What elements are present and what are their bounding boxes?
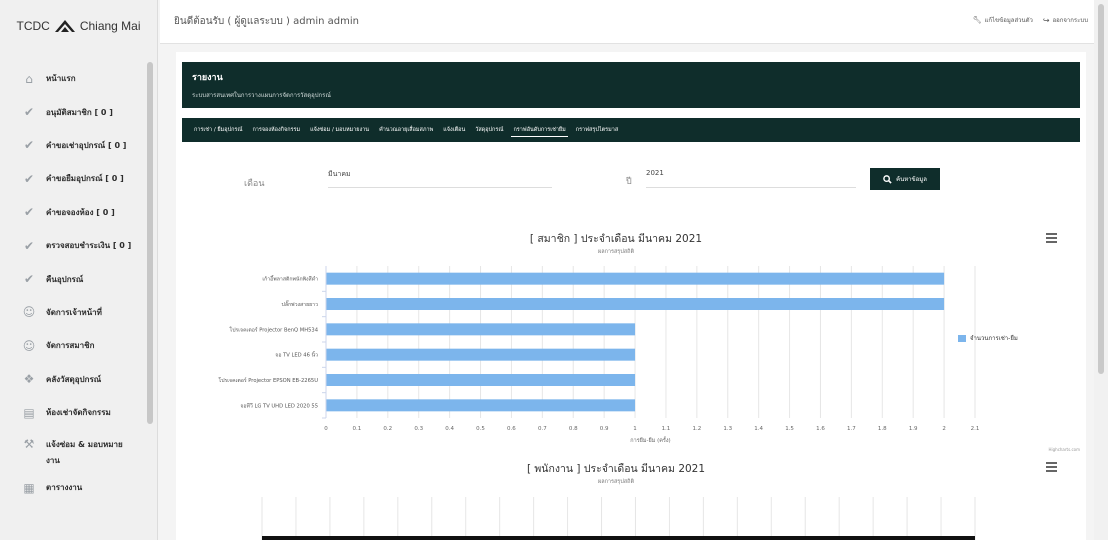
report-tab[interactable]: กราฟอันดับการเช่ายืม <box>511 124 568 137</box>
chart2-subtitle: ผลการสรุปสถิติ <box>597 479 635 485</box>
sidebar-item[interactable]: ✔ คำขอจองห้อง [ 0 ] <box>0 196 148 229</box>
wrench-icon: ⚒ <box>23 437 35 452</box>
sidebar-item[interactable]: ✔ คำขอเช่าอุปกรณ์ [ 0 ] <box>0 129 148 162</box>
sidebar-item[interactable]: ✔ คำขอยืมอุปกรณ์ [ 0 ] <box>0 162 148 195</box>
logout-label: ออกจากระบบ <box>1052 17 1088 24</box>
users-icon: ☺ <box>22 338 36 353</box>
check-icon: ✔ <box>23 238 35 253</box>
home-icon: ⌂ <box>25 71 33 86</box>
page-scrollbar[interactable] <box>1094 0 1108 540</box>
sidebar-item[interactable]: ▦ ตารางงาน <box>0 471 148 504</box>
report-tabs: การเช่า / ยืมอุปกรณ์ การจองห้องกิจกรรม แจ้… <box>182 118 1080 142</box>
report-tab[interactable]: วัสดุอุปกรณ์ <box>473 124 505 136</box>
cubes-icon: ❖ <box>23 372 35 387</box>
sidebar-item-label: จัดการเจ้าหน้าที่ <box>46 307 102 317</box>
sidebar-item-label: แจ้งซ่อม & มอบหมายงาน <box>46 440 123 466</box>
legend-label: จำนวนการเช่า-ยืม <box>970 335 1018 342</box>
sidebar-item-label: คำขอเช่าอุปกรณ์ [ 0 ] <box>46 140 127 150</box>
legend-swatch <box>958 334 966 342</box>
sidebar-item[interactable]: ✔ คืนอุปกรณ์ <box>0 262 148 295</box>
sidebar-item[interactable]: ☺ จัดการสมาชิก <box>0 329 148 362</box>
top-bar: ยินดีต้อนรับ ( ผู้ดูแลระบบ ) admin admin… <box>160 0 1108 44</box>
sidebar-item-label: อนุมัติสมาชิก [ 0 ] <box>46 107 113 117</box>
chart1-title: [ สมาชิก ] ประจำเดือน มีนาคม 2021 <box>529 233 703 245</box>
month-select[interactable]: มีนาคม <box>328 168 552 188</box>
month-label: เดือน <box>244 179 265 189</box>
sidebar: TCDC Chiang Mai ⌂ หน้าแรก ✔ อนุมัติสมาชิก [… <box>0 0 158 540</box>
sidebar-item[interactable]: ⌂ หน้าแรก <box>0 62 148 95</box>
calendar-icon: ▦ <box>23 480 35 495</box>
logo-text: TCDC <box>16 19 50 33</box>
check-icon: ✔ <box>23 138 35 153</box>
report-title: รายงาน <box>192 73 223 83</box>
sidebar-item-label: คืนอุปกรณ์ <box>46 274 84 284</box>
sidebar-item-label: ตารางงาน <box>46 483 83 493</box>
filter-row: เดือน มีนาคม ปี 2021 <box>176 160 1086 190</box>
report-tab[interactable]: การเช่า / ยืมอุปกรณ์ <box>192 124 244 136</box>
year-input[interactable]: 2021 <box>646 168 856 188</box>
sidebar-menu: ⌂ หน้าแรก ✔ อนุมัติสมาชิก [ 0 ] ✔ คำขอเช่าอุป… <box>0 62 148 505</box>
users-icon: ☺ <box>22 305 36 320</box>
report-tab[interactable]: แจ้งซ่อม / มอบหมายงาน <box>308 124 371 136</box>
sidebar-item[interactable]: ▤ ห้องเช่าจัดกิจกรรม <box>0 396 148 429</box>
edit-profile-label: แก้ไขข้อมูลส่วนตัว <box>984 17 1033 24</box>
sidebar-item-label: ตรวจสอบชำระเงิน [ 0 ] <box>46 241 132 251</box>
logo-icon <box>54 20 75 32</box>
chart2-title: [ พนักงาน ] ประจำเดือน มีนาคม 2021 <box>526 463 706 475</box>
app-logo[interactable]: TCDC Chiang Mai <box>0 0 157 52</box>
sidebar-scrollbar[interactable] <box>147 62 153 424</box>
chart1-legend[interactable]: จำนวนการเช่า-ยืม <box>958 333 1018 343</box>
search-icon <box>883 174 892 184</box>
sidebar-item-label: คำขอยืมอุปกรณ์ [ 0 ] <box>46 174 124 184</box>
sidebar-item-label: คลังวัสดุอุปกรณ์ <box>46 374 102 384</box>
room-icon: ▤ <box>23 405 35 420</box>
check-icon: ✔ <box>23 171 35 186</box>
sidebar-item[interactable]: ✔ อนุมัติสมาชิก [ 0 ] <box>0 95 148 128</box>
sidebar-item-label: คำขอจองห้อง [ 0 ] <box>46 207 115 217</box>
check-icon: ✔ <box>23 272 35 287</box>
report-tab[interactable]: แจ้งเตือน <box>441 124 467 136</box>
sidebar-item[interactable]: ❖ คลังวัสดุอุปกรณ์ <box>0 363 148 396</box>
report-tab[interactable]: กราฟสรุปไตรมาส <box>574 124 620 136</box>
wrench-icon: 🔧︎ <box>972 16 982 24</box>
logo-city: Chiang Mai <box>79 19 141 33</box>
search-button-label: ค้นหาข้อมูล <box>896 176 927 183</box>
chart2-menu-icon[interactable] <box>1046 462 1057 474</box>
sidebar-item[interactable]: ⚒ แจ้งซ่อม & มอบหมายงาน <box>0 429 148 471</box>
sidebar-item[interactable]: ✔ ตรวจสอบชำระเงิน [ 0 ] <box>0 229 148 262</box>
report-tab[interactable]: การจองห้องกิจกรรม <box>250 124 302 136</box>
sidebar-item-label: จัดการสมาชิก <box>46 341 95 351</box>
report-subtitle: ระบบสารสนเทศในการวางแผนการจัดการวัสดุอุป… <box>192 92 331 99</box>
sidebar-item[interactable]: ☺ จัดการเจ้าหน้าที่ <box>0 296 148 329</box>
report-header: รายงาน ระบบสารสนเทศในการวางแผนการจัดการว… <box>182 62 1080 108</box>
report-tab[interactable]: คำนวณอายุเสื่อมสภาพ <box>377 124 435 136</box>
welcome-text: ยินดีต้อนรับ ( ผู้ดูแลระบบ ) admin admin <box>174 16 359 27</box>
check-icon: ✔ <box>23 105 35 120</box>
search-button[interactable]: ค้นหาข้อมูล <box>870 168 940 190</box>
logout-icon: ↪ <box>1042 15 1050 25</box>
sidebar-item-label: ห้องเช่าจัดกิจกรรม <box>46 408 111 418</box>
chart1-subtitle: ผลการสรุปสถิติ <box>597 249 635 255</box>
check-icon: ✔ <box>23 205 35 220</box>
page-scrollbar-thumb[interactable] <box>1098 4 1104 374</box>
logout-link[interactable]: ↪ ออกจากระบบ <box>1043 15 1088 25</box>
sidebar-item-label: หน้าแรก <box>46 74 76 84</box>
highcharts-credit[interactable]: Highcharts.com <box>1049 447 1081 452</box>
edit-profile-link[interactable]: 🔧︎ แก้ไขข้อมูลส่วนตัว <box>973 15 1033 25</box>
top-links: 🔧︎ แก้ไขข้อมูลส่วนตัว ↪ ออกจากระบบ <box>973 15 1088 25</box>
year-label: ปี <box>626 177 632 187</box>
chart1-menu-icon[interactable] <box>1046 233 1057 245</box>
